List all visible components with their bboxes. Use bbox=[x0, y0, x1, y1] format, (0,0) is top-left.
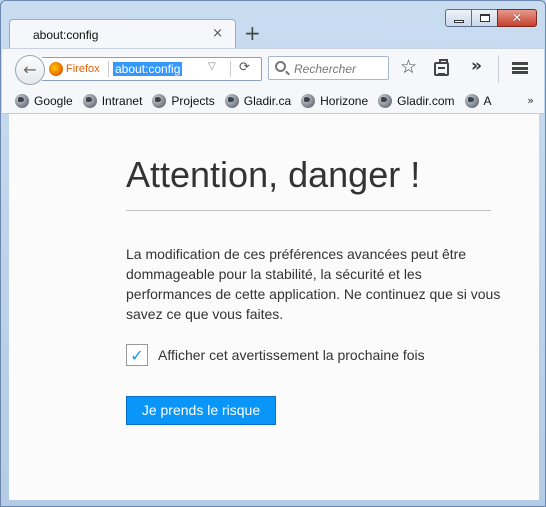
close-window-button[interactable]: ✕ bbox=[497, 9, 537, 27]
show-warning-checkbox[interactable]: ✓ bbox=[126, 344, 148, 366]
new-tab-icon[interactable]: + bbox=[244, 21, 261, 45]
bookmark-item[interactable]: Projects bbox=[152, 93, 215, 108]
globe-icon bbox=[82, 93, 97, 108]
hamburger-menu-icon[interactable] bbox=[512, 62, 528, 74]
search-icon bbox=[275, 61, 286, 72]
globe-icon bbox=[378, 93, 393, 108]
firefox-icon bbox=[49, 62, 63, 76]
bookmark-item[interactable]: Gladir.ca bbox=[224, 93, 292, 108]
bookmark-item[interactable]: Intranet bbox=[82, 93, 143, 108]
bookmark-label: A bbox=[483, 93, 492, 108]
maximize-icon bbox=[479, 14, 490, 22]
bookmarks-chevron-icon[interactable]: » bbox=[527, 94, 534, 107]
bookmark-label: Gladir.ca bbox=[243, 93, 292, 108]
url-dropdown-icon[interactable]: ▽ bbox=[208, 61, 216, 72]
minimize-icon bbox=[453, 19, 464, 23]
reload-icon[interactable]: ⟳ bbox=[239, 60, 250, 75]
url-separator bbox=[230, 61, 231, 77]
search-input[interactable]: Rechercher bbox=[294, 62, 356, 76]
globe-icon bbox=[301, 93, 316, 108]
bookmark-item[interactable]: Horizone bbox=[301, 93, 369, 108]
warning-description: La modification de ces préférences avanc… bbox=[126, 246, 501, 322]
globe-icon bbox=[15, 93, 29, 108]
globe-icon bbox=[464, 93, 479, 108]
page-title: Attention, danger ! bbox=[126, 154, 421, 195]
back-button[interactable]: ← bbox=[15, 55, 45, 85]
bookmarks-menu-icon[interactable] bbox=[434, 59, 449, 76]
bookmark-label: Intranet bbox=[101, 93, 143, 108]
search-box[interactable]: Rechercher bbox=[268, 56, 389, 80]
show-warning-option: ✓ Afficher cet avertissement la prochain… bbox=[126, 344, 425, 366]
window-controls: ✕ bbox=[445, 9, 537, 27]
bookmark-label: Horizone bbox=[320, 93, 369, 108]
identity-separator bbox=[108, 61, 109, 77]
bookmark-item[interactable]: Gladir.com bbox=[378, 93, 455, 108]
bookmark-label: Gladir.com bbox=[397, 93, 455, 108]
url-input[interactable]: about:config bbox=[113, 62, 183, 76]
maximize-button[interactable] bbox=[472, 9, 497, 27]
bookmark-label: Projects bbox=[171, 93, 215, 108]
bookmark-label: Google bbox=[34, 93, 73, 108]
navigation-toolbar: Firefox about:config ▽ ⟳ ← Rechercher ☆ … bbox=[2, 48, 544, 88]
bookmark-item[interactable]: A bbox=[464, 93, 492, 108]
tab-about-config[interactable]: about:config × bbox=[9, 19, 236, 49]
toolbar-separator bbox=[498, 55, 499, 83]
toolbar-overflow-icon[interactable]: » bbox=[471, 56, 482, 76]
back-arrow-icon: ← bbox=[23, 59, 37, 79]
show-warning-label[interactable]: Afficher cet avertissement la prochaine … bbox=[158, 347, 425, 363]
accept-risk-button[interactable]: Je prends le risque bbox=[126, 396, 276, 425]
bookmarks-toolbar: Google Intranet Projects Gladir.ca Horiz… bbox=[2, 88, 544, 114]
identity-box[interactable]: Firefox bbox=[49, 62, 100, 76]
tab-close-icon[interactable]: × bbox=[212, 26, 223, 41]
browser-window: ✕ about:config × + Firefox about:config … bbox=[0, 0, 546, 507]
url-bar[interactable]: Firefox about:config ▽ ⟳ bbox=[42, 57, 262, 81]
tab-title: about:config bbox=[33, 28, 99, 42]
page-content: Attention, danger ! La modification de c… bbox=[9, 114, 539, 500]
minimize-button[interactable] bbox=[445, 9, 472, 27]
close-icon: ✕ bbox=[511, 10, 523, 26]
globe-icon bbox=[224, 93, 239, 108]
globe-icon bbox=[152, 93, 167, 108]
identity-label: Firefox bbox=[66, 63, 100, 75]
bookmark-item[interactable]: Google bbox=[15, 93, 73, 108]
bookmark-star-icon[interactable]: ☆ bbox=[400, 56, 417, 78]
title-divider bbox=[126, 210, 491, 211]
